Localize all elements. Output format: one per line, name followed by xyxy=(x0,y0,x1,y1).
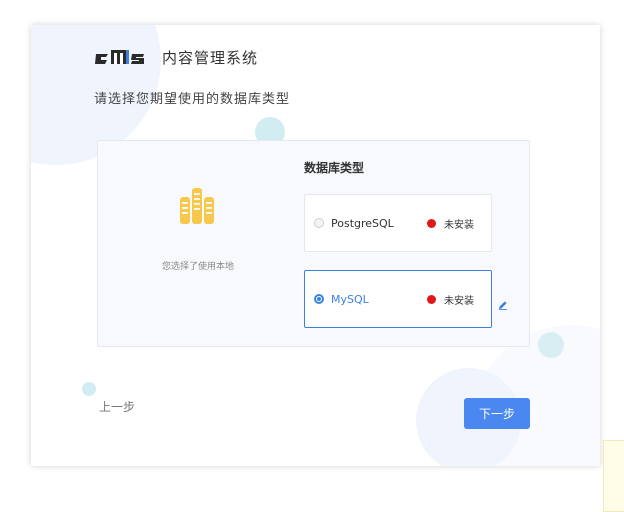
radio-postgresql[interactable] xyxy=(314,218,324,228)
app-title: 内容管理系统 xyxy=(162,48,259,67)
database-server-icon xyxy=(178,187,216,229)
previous-step-link[interactable]: 上一步 xyxy=(99,398,135,415)
header: 内容管理系统 xyxy=(94,45,258,69)
status-text: 未安装 xyxy=(444,295,474,307)
database-selection-panel: 您选择了使用本地 数据库类型 PostgreSQL 未安装 MySQL 未安装 xyxy=(97,140,530,347)
option-label: PostgreSQL xyxy=(331,216,394,230)
db-option-postgresql[interactable]: PostgreSQL 未安装 xyxy=(304,194,492,252)
status-dot-icon xyxy=(427,294,436,304)
next-step-button[interactable]: 下一步 xyxy=(464,398,530,429)
corner-tab xyxy=(603,440,624,512)
status-text: 未安装 xyxy=(444,219,474,231)
setup-card: 内容管理系统 请选择您期望使用的数据库类型 您选择了使用本地 数据库类型 Pos… xyxy=(31,25,600,466)
edit-icon[interactable] xyxy=(498,295,508,314)
decor-circle xyxy=(538,332,564,358)
selection-summary: 您选择了使用本地 xyxy=(161,262,234,272)
db-option-mysql[interactable]: MySQL 未安装 xyxy=(304,270,492,328)
decor-circle xyxy=(82,382,96,396)
status-dot-icon xyxy=(427,218,436,228)
instruction-text: 请选择您期望使用的数据库类型 xyxy=(94,92,291,107)
radio-mysql[interactable] xyxy=(314,294,324,304)
cms-logo xyxy=(94,48,146,66)
section-title: 数据库类型 xyxy=(304,161,365,175)
cms-logo-icon xyxy=(95,50,144,64)
option-label: MySQL xyxy=(331,292,369,306)
